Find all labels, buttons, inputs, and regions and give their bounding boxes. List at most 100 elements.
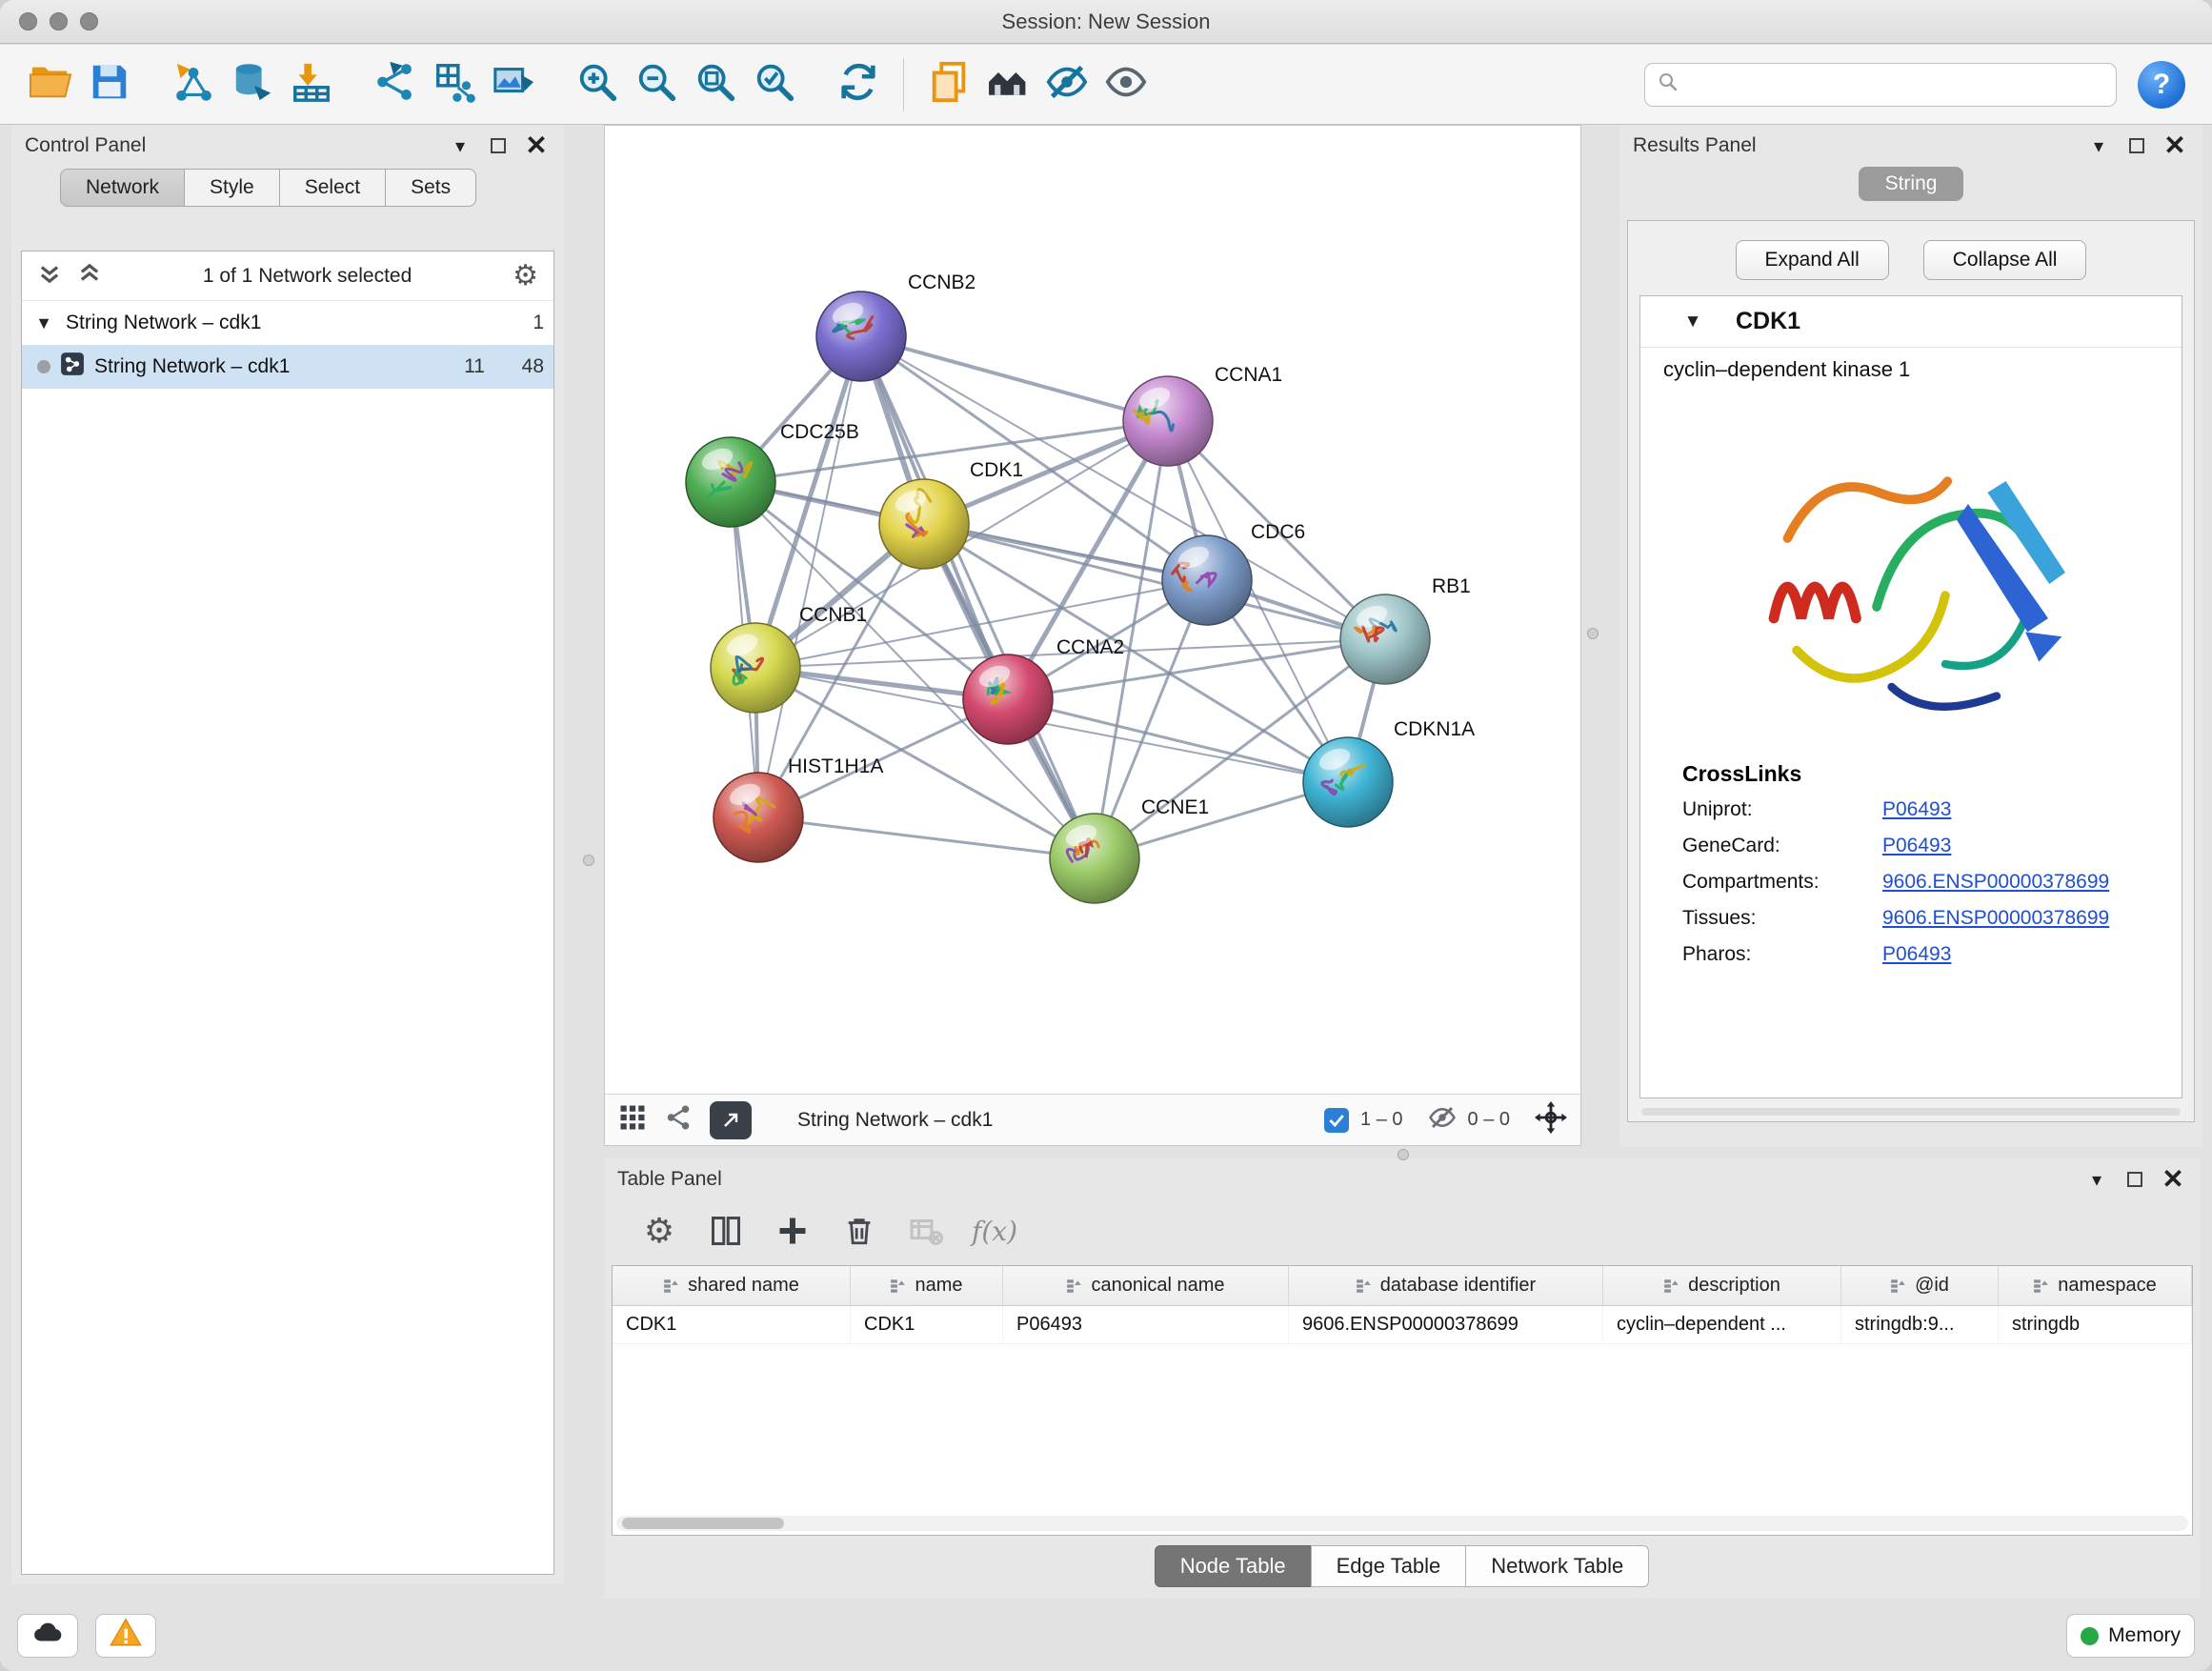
table-settings-gear-icon[interactable]: ⚙	[638, 1210, 680, 1252]
results-scrollbar[interactable]	[1641, 1108, 2181, 1116]
crosslink-link[interactable]: P06493	[1882, 943, 1951, 966]
string-network-icon	[60, 352, 85, 382]
column-header[interactable]: canonical name	[1003, 1266, 1289, 1305]
collapse-panel-icon[interactable]: ▾	[446, 131, 474, 160]
gear-icon[interactable]: ⚙	[513, 262, 538, 291]
function-builder-button[interactable]: f(x)	[972, 1216, 1017, 1247]
share-network-icon[interactable]	[664, 1103, 693, 1137]
tab-node-table[interactable]: Node Table	[1155, 1545, 1312, 1587]
expand-all-tree-icon[interactable]	[37, 261, 62, 292]
network-from-table-button[interactable]	[425, 54, 484, 115]
crosslink-link[interactable]: 9606.ENSP00000378699	[1882, 871, 2109, 894]
import-network-database-button[interactable]	[223, 54, 282, 115]
add-column-icon[interactable]	[772, 1210, 814, 1252]
expand-all-button[interactable]: Expand All	[1736, 240, 1889, 280]
splitter-handle[interactable]	[583, 855, 594, 866]
table-panel: Table Panel ▾ ✕ ⚙ f(x) shared name	[604, 1158, 2201, 1599]
zoom-fit-button[interactable]	[686, 54, 745, 115]
control-panel-header: Control Panel ▾ ✕	[11, 125, 564, 167]
tab-network-table[interactable]: Network Table	[1465, 1545, 1649, 1587]
tab-network[interactable]: Network	[60, 169, 185, 207]
cloud-status-button[interactable]	[17, 1614, 78, 1658]
close-results-icon[interactable]: ✕	[2161, 131, 2189, 160]
column-header[interactable]: description	[1603, 1266, 1841, 1305]
column-header[interactable]: shared name	[613, 1266, 851, 1305]
svg-text:CDC25B: CDC25B	[780, 421, 859, 443]
open-in-browser-button[interactable]	[710, 1101, 752, 1139]
gene-card-header[interactable]: ▼ CDK1	[1640, 296, 2182, 348]
delete-column-trash-icon[interactable]	[838, 1210, 880, 1252]
selected-checkbox-icon[interactable]	[1324, 1108, 1349, 1133]
export-network-image-button[interactable]	[484, 54, 543, 115]
refresh-icon	[836, 60, 880, 110]
table-panel-title: Table Panel	[617, 1168, 722, 1191]
crosslinks-title: CrossLinks	[1682, 761, 2182, 787]
crosslink-link[interactable]: 9606.ENSP00000378699	[1882, 907, 2109, 930]
import-table-button[interactable]	[282, 54, 341, 115]
float-panel-icon[interactable]	[484, 131, 513, 160]
network-canvas[interactable]: CCNB2CCNA1CDC25BCDK1CDC6RB1CCNB1CCNA2CDK…	[605, 126, 1580, 1094]
gene-caret-icon[interactable]: ▼	[1650, 312, 1736, 332]
home-network-button[interactable]	[978, 54, 1037, 115]
hidden-eye-slash-icon[interactable]	[1428, 1103, 1457, 1137]
close-table-icon[interactable]: ✕	[2159, 1165, 2187, 1194]
svg-text:CCNA1: CCNA1	[1215, 364, 1282, 386]
collapse-results-icon[interactable]: ▾	[2084, 131, 2113, 160]
table-row[interactable]: CDK1 CDK1 P06493 9606.ENSP00000378699 cy…	[613, 1306, 2192, 1344]
column-header[interactable]: namespace	[1999, 1266, 2192, 1305]
close-window-button[interactable]	[19, 12, 37, 30]
network-selected-text: 1 of 1 Network selected	[117, 265, 497, 288]
help-button[interactable]: ?	[2138, 61, 2185, 109]
zoom-in-button[interactable]	[568, 54, 627, 115]
crosslink-link[interactable]: P06493	[1882, 798, 1951, 821]
tab-edge-table[interactable]: Edge Table	[1311, 1545, 1467, 1587]
warnings-button[interactable]	[95, 1614, 156, 1658]
search-input[interactable]	[1687, 73, 2104, 95]
close-panel-icon[interactable]: ✕	[522, 131, 551, 160]
network-view: CCNB2CCNA1CDC25BCDK1CDC6RB1CCNB1CCNA2CDK…	[604, 125, 1581, 1146]
save-session-button[interactable]	[80, 54, 139, 115]
table-horizontal-scrollbar[interactable]	[616, 1516, 2188, 1531]
zoom-window-button[interactable]	[80, 12, 98, 30]
grid-view-icon[interactable]	[618, 1103, 647, 1137]
network-view-title: String Network – cdk1	[797, 1109, 993, 1132]
network-collection-row[interactable]: ▼ String Network – cdk1 1	[22, 301, 553, 345]
show-columns-icon[interactable]	[705, 1210, 747, 1252]
import-network-file-button[interactable]	[164, 54, 223, 115]
collection-caret-icon[interactable]: ▼	[31, 313, 56, 333]
scrollbar-thumb[interactable]	[622, 1518, 784, 1529]
apply-layout-button[interactable]	[829, 54, 888, 115]
copy-documents-button[interactable]	[919, 54, 978, 115]
tab-sets[interactable]: Sets	[385, 169, 476, 207]
hidden-node-edge-count: 0 – 0	[1468, 1109, 1510, 1131]
zoom-selected-button[interactable]	[745, 54, 804, 115]
memory-button[interactable]: Memory	[2066, 1614, 2195, 1658]
collapse-all-tree-icon[interactable]	[77, 261, 102, 292]
tab-string[interactable]: String	[1859, 167, 1964, 201]
minimize-window-button[interactable]	[50, 12, 68, 30]
new-network-from-selection-button[interactable]	[366, 54, 425, 115]
splitter-handle[interactable]	[1587, 628, 1599, 639]
tab-style[interactable]: Style	[184, 169, 280, 207]
network-row[interactable]: String Network – cdk1 11 48	[22, 345, 553, 389]
crosslink-row: Pharos: P06493	[1682, 943, 2182, 966]
float-table-icon[interactable]	[2121, 1165, 2149, 1194]
float-results-icon[interactable]	[2122, 131, 2151, 160]
results-panel: Results Panel ▾ ✕ String Expand All Coll…	[1619, 125, 2202, 1147]
results-panel-title: Results Panel	[1633, 134, 1757, 157]
zoom-out-button[interactable]	[627, 54, 686, 115]
hide-selected-button[interactable]	[1037, 54, 1096, 115]
collapse-all-button[interactable]: Collapse All	[1923, 240, 2087, 280]
open-session-button[interactable]	[21, 54, 80, 115]
column-header[interactable]: @id	[1841, 1266, 1999, 1305]
column-header[interactable]: name	[851, 1266, 1003, 1305]
column-header[interactable]: database identifier	[1289, 1266, 1603, 1305]
save-floppy-icon	[88, 60, 131, 110]
collapse-table-icon[interactable]: ▾	[2082, 1165, 2111, 1194]
crosslink-link[interactable]: P06493	[1882, 835, 1951, 857]
main-toolbar: ?	[0, 45, 2212, 125]
splitter-handle[interactable]	[1398, 1149, 1409, 1160]
pan-crosshair-icon[interactable]	[1535, 1101, 1567, 1139]
tab-select[interactable]: Select	[279, 169, 386, 207]
show-all-button[interactable]	[1096, 54, 1156, 115]
